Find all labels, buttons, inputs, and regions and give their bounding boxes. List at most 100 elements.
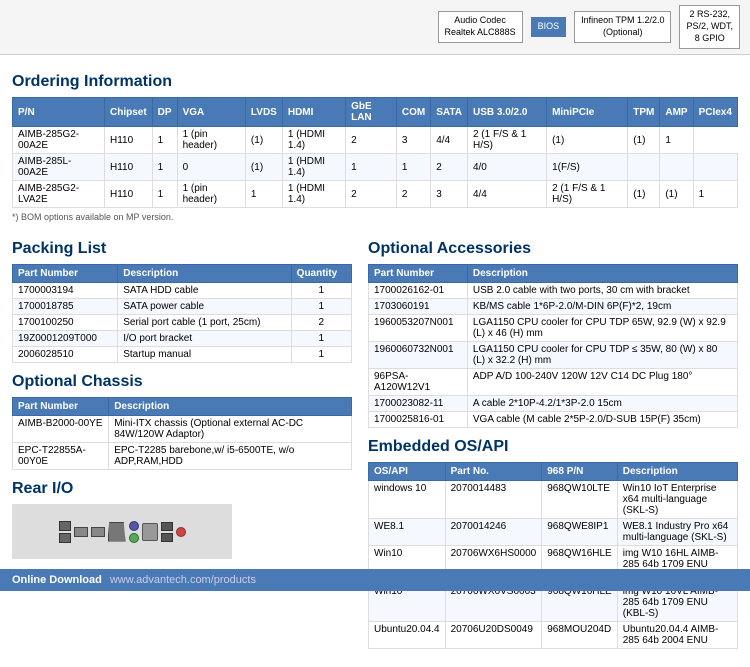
table-cell: 1 xyxy=(291,331,351,347)
table-cell xyxy=(628,154,660,181)
ordering-col-header: AMP xyxy=(660,98,693,127)
table-cell: 1 xyxy=(291,299,351,315)
table-cell: 2006028510 xyxy=(13,347,118,363)
packing-table: Part NumberDescriptionQuantity 170000319… xyxy=(12,264,352,363)
table-cell: Ubuntu20.04.4 AIMB-285 64b 2004 ENU xyxy=(617,622,737,649)
ordering-col-header: MiniPCIe xyxy=(547,98,628,127)
table-cell: 2 xyxy=(291,315,351,331)
table-cell: 1 xyxy=(152,154,177,181)
chassis-title: Optional Chassis xyxy=(12,373,352,391)
audio-codec-box: Audio Codec Realtek ALC888S xyxy=(438,11,523,42)
table-cell: 1 xyxy=(291,347,351,363)
table-cell: 1960060732N001 xyxy=(369,342,468,369)
accessories-col-header: Part Number xyxy=(369,265,468,283)
table-row: 19Z0001209T000I/O port bracket1 xyxy=(13,331,352,347)
table-cell: 4/4 xyxy=(467,181,546,208)
table-cell: (1) xyxy=(628,127,660,154)
table-cell: (1) xyxy=(628,181,660,208)
table-cell: (1) xyxy=(660,181,693,208)
rear-io-image xyxy=(12,504,232,559)
table-cell: 2070014246 xyxy=(445,519,542,546)
table-cell: 4/4 xyxy=(431,127,468,154)
table-cell: ADP A/D 100-240V 120W 12V C14 DC Plug 18… xyxy=(467,369,737,396)
table-cell: 1 xyxy=(152,127,177,154)
accessories-title: Optional Accessories xyxy=(368,240,738,258)
table-cell: LGA1150 CPU cooler for CPU TDP 65W, 92.9… xyxy=(467,315,737,342)
table-cell: 1700100250 xyxy=(13,315,118,331)
table-row: 1700018785SATA power cable1 xyxy=(13,299,352,315)
ordering-col-header: LVDS xyxy=(245,98,282,127)
top-diagram: Audio Codec Realtek ALC888S BIOS Infineo… xyxy=(0,0,750,55)
table-cell: 1 (HDMI 1.4) xyxy=(282,127,345,154)
packing-col-header: Quantity xyxy=(291,265,351,283)
table-cell: Ubuntu20.04.4 xyxy=(369,622,446,649)
table-cell: Win10 IoT Enterprise x64 multi-language … xyxy=(617,481,737,519)
bottom-bar-url: www.advantech.com/products xyxy=(110,574,256,586)
table-cell: 1 xyxy=(291,283,351,299)
chassis-col-header: Part Number xyxy=(13,398,109,416)
rear-io-title: Rear I/O xyxy=(12,480,352,498)
table-row: 1700023082-11A cable 2*10P-4.2/1*3P-2.0 … xyxy=(369,396,738,412)
table-cell: 1 xyxy=(396,154,430,181)
two-col-layout: Packing List Part NumberDescriptionQuant… xyxy=(12,230,738,659)
table-row: windows 102070014483968QW10LTEWin10 IoT … xyxy=(369,481,738,519)
table-cell: windows 10 xyxy=(369,481,446,519)
table-cell: (1) xyxy=(245,154,282,181)
table-cell: Mini-ITX chassis (Optional external AC-D… xyxy=(109,416,352,443)
table-cell: 3 xyxy=(431,181,468,208)
packing-title: Packing List xyxy=(12,240,352,258)
table-cell: USB 2.0 cable with two ports, 30 cm with… xyxy=(467,283,737,299)
table-cell: VGA cable (M cable 2*5P-2.0/D-SUB 15P(F)… xyxy=(467,412,737,428)
table-cell: EPC-T22855A-00Y0E xyxy=(13,443,109,470)
table-row: AIMB-285G2-00A2EH11011 (pin header)(1)1 … xyxy=(13,127,738,154)
table-cell: 1 xyxy=(346,154,397,181)
accessories-col-header: Description xyxy=(467,265,737,283)
table-cell: 20706U20DS0049 xyxy=(445,622,542,649)
table-cell: I/O port bracket xyxy=(118,331,291,347)
ordering-col-header: P/N xyxy=(13,98,105,127)
table-cell: 2 xyxy=(431,154,468,181)
ordering-col-header: Chipset xyxy=(104,98,152,127)
table-cell: H110 xyxy=(104,154,152,181)
table-cell: LGA1150 CPU cooler for CPU TDP ≤ 35W, 80… xyxy=(467,342,737,369)
packing-col-header: Description xyxy=(118,265,291,283)
bottom-bar-label: Online Download xyxy=(12,574,102,586)
table-cell xyxy=(660,154,693,181)
accessories-table: Part NumberDescription 1700026162-01USB … xyxy=(368,264,738,428)
table-cell: SATA HDD cable xyxy=(118,283,291,299)
table-cell: EPC-T2285 barebone,w/ i5-6500TE, w/o ADP… xyxy=(109,443,352,470)
table-cell: 2 xyxy=(346,127,397,154)
os-col-header: OS/API xyxy=(369,463,446,481)
ordering-col-header: COM xyxy=(396,98,430,127)
table-cell: H110 xyxy=(104,181,152,208)
ordering-col-header: HDMI xyxy=(282,98,345,127)
table-cell: 1 (HDMI 1.4) xyxy=(282,154,345,181)
table-cell: 2 xyxy=(396,181,430,208)
table-cell: 1960053207N001 xyxy=(369,315,468,342)
table-cell: 0 xyxy=(177,154,245,181)
os-col-header: Description xyxy=(617,463,737,481)
table-cell: (1) xyxy=(245,127,282,154)
ordering-title: Ordering Information xyxy=(12,73,738,91)
table-cell: (1) xyxy=(547,127,628,154)
table-cell: 2 (1 F/S & 1 H/S) xyxy=(547,181,628,208)
ordering-col-header: USB 3.0/2.0 xyxy=(467,98,546,127)
table-cell: 1(F/S) xyxy=(547,154,628,181)
tpm-box: Infineon TPM 1.2/2.0 (Optional) xyxy=(574,11,671,42)
table-cell: WE8.1 Industry Pro x64 multi-language (S… xyxy=(617,519,737,546)
table-cell: KB/MS cable 1*6P-2.0/M-DIN 6P(F)*2, 19cm xyxy=(467,299,737,315)
table-cell: 2 (1 F/S & 1 H/S) xyxy=(467,127,546,154)
table-row: 1700003194SATA HDD cable1 xyxy=(13,283,352,299)
table-row: AIMB-B2000-00YEMini-ITX chassis (Optiona… xyxy=(13,416,352,443)
table-cell: AIMB-B2000-00YE xyxy=(13,416,109,443)
table-row: Ubuntu20.04.420706U20DS0049968MOU204DUbu… xyxy=(369,622,738,649)
table-cell: 3 xyxy=(396,127,430,154)
table-cell: AIMB-285G2-00A2E xyxy=(13,127,105,154)
table-cell: 1 xyxy=(245,181,282,208)
table-cell xyxy=(693,154,737,181)
table-row: EPC-T22855A-00Y0EEPC-T2285 barebone,w/ i… xyxy=(13,443,352,470)
table-row: 1960053207N001LGA1150 CPU cooler for CPU… xyxy=(369,315,738,342)
left-column: Packing List Part NumberDescriptionQuant… xyxy=(12,230,352,659)
table-cell: 1 (HDMI 1.4) xyxy=(282,181,345,208)
table-cell: 1 xyxy=(693,181,737,208)
